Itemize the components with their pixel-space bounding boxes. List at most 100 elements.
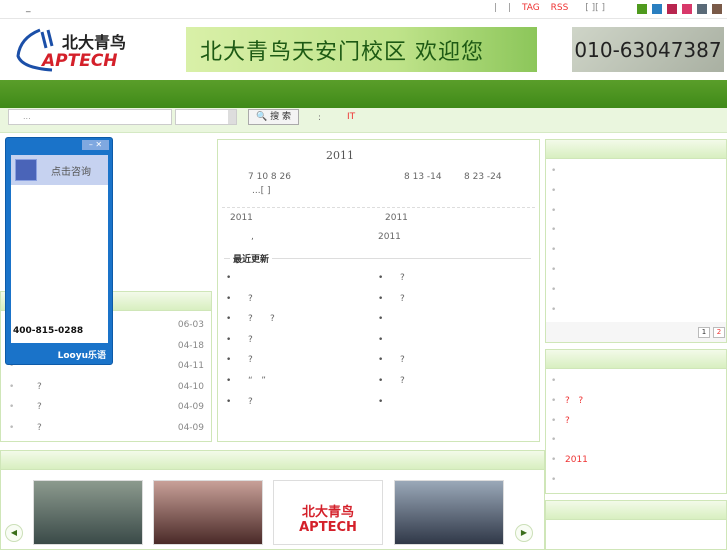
tag-link[interactable]: TAG [522,3,540,13]
photo-auditorium[interactable] [153,480,263,545]
news-item[interactable]: 2011 [385,213,408,223]
rss-link[interactable]: RSS [551,3,569,13]
page-2[interactable]: 2 [713,327,725,338]
item-title[interactable]: “ ” [248,376,348,386]
bullet-icon: • [226,355,232,366]
bullet-icon: • [378,293,384,304]
summary-date: 8 13 -14 [404,172,442,182]
search-button[interactable]: 🔍 搜 索 [248,109,299,125]
item-date: 04-10 [177,381,204,392]
bullet-icon: • [551,455,557,466]
item-title[interactable]: ? [248,397,348,407]
chat-widget[interactable]: – ✕ 点击咨询 400-815-0288 Looyu乐语 [5,137,113,365]
avatar [15,159,37,181]
summary-date: 8 23 -24 [464,172,502,182]
skin-green[interactable] [637,4,647,14]
skin-pink[interactable] [682,4,692,14]
phone-banner: 010-63047387 [572,27,724,72]
bullet-icon: • [378,396,384,407]
item-title[interactable]: ? [248,355,348,365]
bullet-icon: • [226,376,232,386]
bullet-icon: • [9,402,15,413]
bullet-icon: • [378,376,384,386]
category-select[interactable] [175,109,237,125]
chat-phone: 400-815-0288 [13,326,84,336]
bullet-icon: • [226,396,232,407]
next-arrow-icon[interactable]: ▶ [515,524,533,542]
bullet-icon: • [9,381,15,392]
prev-arrow-icon[interactable]: ◀ [5,524,23,542]
bullet-icon: • [551,415,557,426]
right-box-2: • • ? ? •? • • 2011 • [545,349,727,494]
box-header [546,501,726,520]
bullet-icon: • [226,334,232,345]
bullet-icon: • [551,225,557,236]
looyu-logo: Looyu乐语 [57,351,106,361]
minimize-close-buttons[interactable]: – ✕ [82,140,109,150]
bullet-icon: • [226,293,232,304]
item-title[interactable]: ? [565,416,645,426]
item-title[interactable]: 2011 [565,455,645,465]
item-title[interactable]: ? [37,402,42,412]
bullet-icon: • [551,395,557,406]
box-header [546,140,726,159]
photo-consultation[interactable] [394,480,504,545]
item-date: 04-09 [177,423,204,433]
search-input[interactable]: ... [8,109,172,125]
bullet-icon: • [378,334,384,345]
headline[interactable]: 2011 [326,149,354,162]
item-title[interactable]: ? [400,355,500,365]
item-title[interactable]: ? [37,423,42,433]
skin-crimson[interactable] [667,4,677,14]
bullet-icon: • [226,314,232,325]
item-title[interactable]: ? [400,294,500,304]
bullet-icon: • [551,475,557,485]
news-item[interactable]: 2011 [378,232,401,242]
welcome-banner[interactable]: 北大青鸟天安门校区 欢迎您 [186,27,537,72]
lang-links[interactable]: [ ][ ] [585,3,605,13]
right-box-3 [545,500,727,550]
bullet-icon: • [378,273,384,283]
bullet-icon: • [551,245,557,256]
bullet-icon: • [551,205,557,216]
aptech-logo[interactable]: 北大青鸟 APTECH [12,26,164,72]
colon: : [318,113,322,123]
item-date: 04-18 [177,340,204,351]
item-date: 04-09 [177,402,204,413]
news-item[interactable]: , [251,232,254,242]
more-link[interactable]: ...[ ] [252,186,270,196]
item-title[interactable]: ? ? [248,314,348,324]
top-links: | | TAG RSS [ ][ ] [486,3,605,13]
center-panel: 2011 7 10 8 26 8 13 -14 8 23 -24 ...[ ] … [217,139,540,442]
it-link[interactable]: IT [347,112,355,122]
box-header [1,451,544,470]
item-title[interactable]: ? [400,273,500,283]
page-1[interactable]: 1 [698,327,710,338]
item-title[interactable]: ? [248,335,348,345]
photo-aptech-logo[interactable]: 北大青鸟 APTECH [273,480,383,545]
news-item[interactable]: 2011 [230,213,253,223]
skin-blue[interactable] [652,4,662,14]
item-title[interactable]: ? [37,382,42,392]
item-title[interactable]: ? ? [565,396,645,406]
bullet-icon: • [551,265,557,275]
skin-brown[interactable] [712,4,722,14]
search-icon: 🔍 [256,112,268,122]
item-date: 06-03 [177,320,204,330]
item-title[interactable]: ? [248,294,348,304]
consult-button[interactable]: 点击咨询 [51,163,91,178]
bullet-icon: • [378,314,384,325]
bullet-icon: • [551,304,557,315]
skin-gray[interactable] [697,4,707,14]
search-bar: ... 🔍 搜 索 : IT [0,108,727,133]
bullet-icon: • [551,284,557,295]
main-nav [0,80,727,108]
photo-classroom[interactable] [33,480,143,545]
item-date: 04-11 [177,361,204,372]
summary-text: 7 10 8 26 [248,172,291,182]
right-box-1: • • • • • • • • 1 2 [545,139,727,343]
separator: | [508,3,512,13]
item-title[interactable]: ? [400,376,500,386]
bullet-icon: • [378,355,384,366]
bullet-icon: • [551,166,557,176]
